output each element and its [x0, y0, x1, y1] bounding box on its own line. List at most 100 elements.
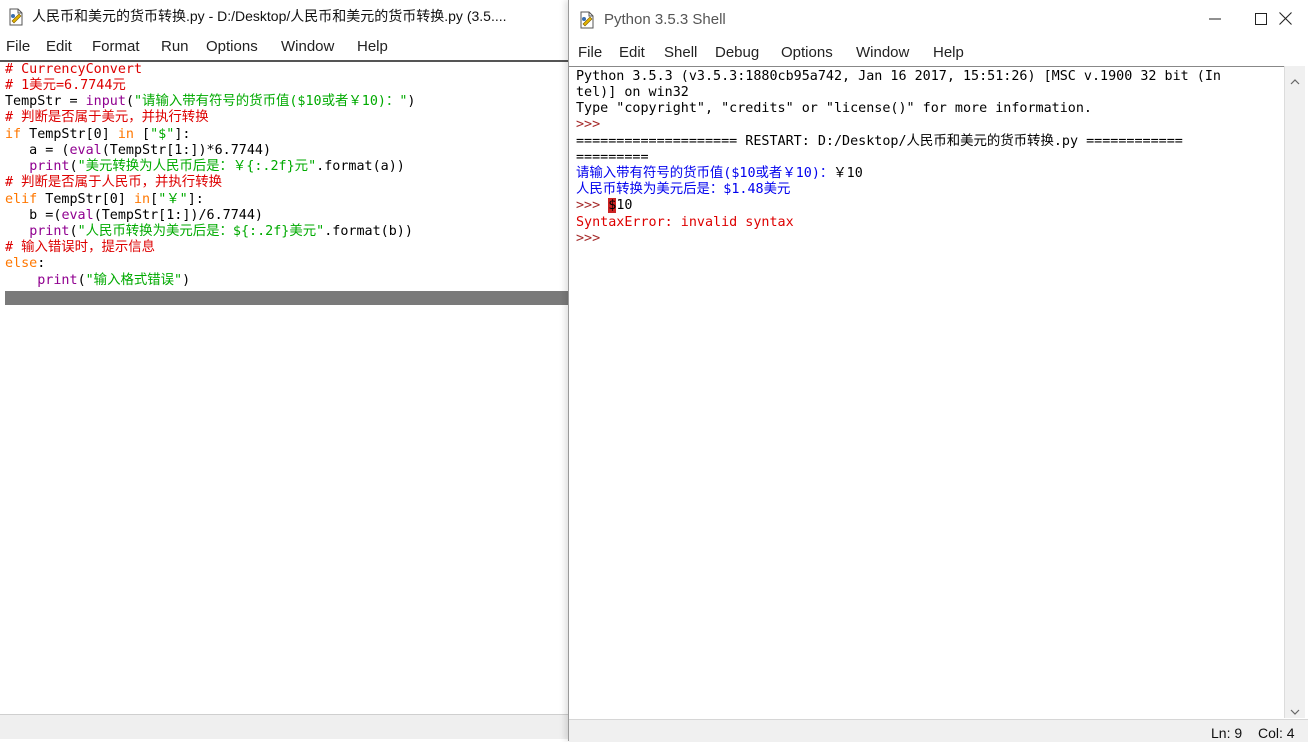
close-button[interactable]	[1262, 2, 1308, 36]
code-line: # 1美元=6.7744元	[5, 78, 126, 94]
code-token: TempStr[0]	[37, 192, 134, 207]
minimize-button[interactable]	[1192, 2, 1238, 36]
status-bar: Ln: 9 Col: 4	[569, 719, 1308, 742]
code-token: # 判断是否属于人民币，并执行转换	[5, 175, 222, 190]
shell-text: ==================== RESTART: D:/Desktop…	[576, 134, 1183, 149]
code-line: # CurrencyConvert	[5, 62, 142, 78]
code-token: "$"	[150, 127, 175, 142]
scroll-down-icon[interactable]	[1290, 702, 1300, 715]
code-line: # 判断是否属于人民币，并执行转换	[5, 175, 222, 191]
code-token: [	[150, 192, 159, 207]
editor-titlebar[interactable]: 人民币和美元的货币转换.py - D:/Desktop/人民币和美元的货币转换.…	[0, 0, 569, 34]
code-token: (TempStr[1:])/6.7744)	[93, 208, 263, 223]
editor-title: 人民币和美元的货币转换.py - D:/Desktop/人民币和美元的货币转换.…	[32, 8, 507, 24]
code-line: print("美元转换为人民币后是：￥{:.2f}元".format(a))	[5, 159, 405, 175]
code-token: "请输入带有符号的货币值($10或者￥10)："	[134, 94, 408, 109]
editor-window: 人民币和美元的货币转换.py - D:/Desktop/人民币和美元的货币转换.…	[0, 0, 569, 741]
shell-vertical-scrollbar[interactable]	[1284, 66, 1305, 718]
shell-text: SyntaxError: invalid syntax	[576, 215, 794, 230]
code-token: (	[69, 159, 78, 174]
code-token: eval	[61, 208, 94, 223]
shell-line: >>>	[576, 117, 600, 133]
shell-line: Python 3.5.3 (v3.5.3:1880cb95a742, Jan 1…	[576, 69, 1221, 85]
code-token: ]:	[187, 192, 204, 207]
menu-window[interactable]: Window	[281, 38, 334, 55]
shell-line: >>>	[576, 231, 600, 247]
shell-text: Python 3.5.3 (v3.5.3:1880cb95a742, Jan 1…	[576, 69, 1221, 84]
code-editor[interactable]: # CurrencyConvert # 1美元=6.7744元 TempStr = …	[0, 60, 569, 716]
code-token: "人民币转换为美元后是：${:.2f}美元"	[77, 224, 325, 239]
shell-line: >>> $10	[576, 198, 632, 214]
shell-window: Python 3.5.3 Shell File Edit Shell Debug Opt…	[569, 0, 1308, 742]
code-line: # 输入错误时，提示信息	[5, 240, 155, 256]
code-token: eval	[69, 143, 102, 158]
menu-shell[interactable]: Shell	[664, 44, 697, 61]
status-column: Col: 4	[1258, 725, 1295, 741]
shell-prompt: >>>	[576, 231, 601, 246]
menu-file[interactable]: File	[578, 44, 602, 61]
code-token: in	[134, 192, 151, 207]
menu-edit[interactable]: Edit	[46, 38, 72, 55]
code-token: # 判断是否属于美元，并执行转换	[5, 110, 209, 125]
shell-text: ￥10	[833, 166, 863, 181]
shell-output[interactable]: Python 3.5.3 (v3.5.3:1880cb95a742, Jan 1…	[569, 66, 1284, 719]
close-icon	[1278, 10, 1292, 29]
menu-file[interactable]: File	[6, 38, 30, 55]
code-token: in	[117, 127, 134, 142]
code-token: TempStr[0]	[21, 127, 118, 142]
code-token: (	[69, 224, 78, 239]
menu-options[interactable]: Options	[206, 38, 258, 55]
code-line: TempStr = input("请输入带有符号的货币值($10或者￥10)："…	[5, 94, 415, 110]
menu-options[interactable]: Options	[781, 44, 833, 61]
idle-file-icon	[578, 11, 596, 29]
code-token: if	[5, 127, 22, 142]
scroll-up-icon[interactable]	[1290, 72, 1300, 85]
menu-debug[interactable]: Debug	[715, 44, 759, 61]
menu-help[interactable]: Help	[933, 44, 964, 61]
shell-prompt: >>>	[576, 198, 609, 213]
shell-text: =========	[576, 150, 649, 165]
code-token: print	[29, 224, 70, 239]
shell-line: SyntaxError: invalid syntax	[576, 215, 794, 231]
shell-menubar: File Edit Shell Debug Options Window Help	[569, 40, 1308, 66]
code-token: print	[37, 273, 78, 288]
code-token: else	[5, 256, 38, 271]
code-token: [	[134, 127, 151, 142]
idle-file-icon	[7, 8, 25, 26]
code-token: elif	[5, 192, 38, 207]
menu-help[interactable]: Help	[357, 38, 388, 55]
shell-line: ==================== RESTART: D:/Desktop…	[576, 134, 1183, 150]
editor-horizontal-scrollbar[interactable]	[0, 714, 569, 739]
status-line: Ln: 9	[1211, 725, 1243, 741]
shell-text: 请输入带有符号的货币值($10或者￥10)：	[576, 166, 834, 181]
code-token: "￥"	[158, 192, 188, 207]
minimize-icon	[1209, 10, 1221, 29]
code-line: elif TempStr[0] in["￥"]:	[5, 192, 204, 208]
code-token: a = (	[5, 143, 70, 158]
menu-format[interactable]: Format	[92, 38, 140, 55]
shell-line: Type "copyright", "credits" or "license(…	[576, 101, 1092, 117]
shell-title: Python 3.5.3 Shell	[604, 11, 726, 28]
code-token: input	[85, 94, 126, 109]
shell-text: Type "copyright", "credits" or "license(…	[576, 101, 1092, 116]
shell-line: =========	[576, 150, 649, 166]
shell-line: 请输入带有符号的货币值($10或者￥10)：￥10	[576, 166, 863, 182]
code-token: (TempStr[1:])*6.7744)	[101, 143, 272, 158]
code-token: b =(	[5, 208, 62, 223]
shell-line: tel)] on win32	[576, 85, 689, 101]
code-line: else:	[5, 256, 45, 272]
menu-run[interactable]: Run	[161, 38, 189, 55]
shell-titlebar[interactable]: Python 3.5.3 Shell	[569, 0, 1308, 38]
code-token: ]:	[174, 127, 191, 142]
code-line: # 判断是否属于美元，并执行转换	[5, 110, 209, 126]
code-line: a = (eval(TempStr[1:])*6.7744)	[5, 143, 271, 159]
code-token: # 输入错误时，提示信息	[5, 240, 156, 255]
shell-prompt: >>>	[576, 117, 601, 132]
menu-window[interactable]: Window	[856, 44, 909, 61]
menu-edit[interactable]: Edit	[619, 44, 645, 61]
code-token: "输入格式错误"	[85, 273, 183, 288]
highlight-bar	[5, 291, 569, 305]
